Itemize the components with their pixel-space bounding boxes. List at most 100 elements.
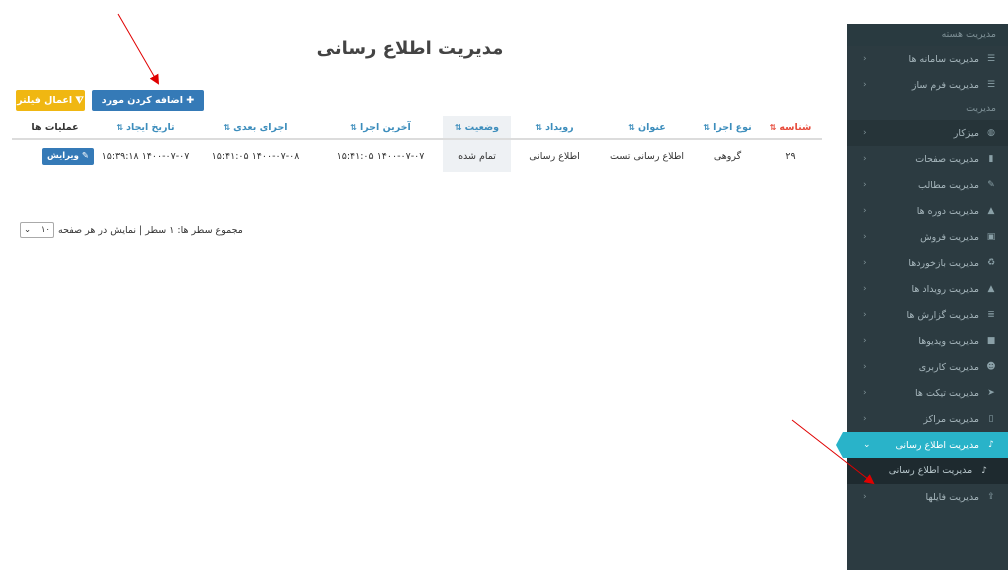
sort-icon: ⇅	[223, 122, 231, 132]
sidebar-item-label: مدیریت اطلاع رسانی	[895, 439, 979, 451]
sidebar-item-label: مدیریت گزارش ها	[906, 309, 979, 321]
table-row: ۲۹ گروهی اطلاع رسانی تست اطلاع رسانی تما…	[12, 140, 822, 172]
sidebar-item-label: مدیریت مطالب	[918, 179, 979, 191]
sidebar-item-label: میزکار	[953, 127, 979, 139]
column-header-title[interactable]: عنوان ⇅	[598, 116, 696, 138]
chevron-left-icon: ‹	[863, 206, 867, 216]
sort-icon: ⇅	[350, 122, 357, 132]
upload-icon: ⇪	[987, 492, 995, 502]
edit-icon: ✎	[987, 180, 995, 190]
building-icon: ▯	[988, 414, 994, 424]
sidebar-item-label: مدیریت ویدیوها	[918, 335, 979, 347]
sort-icon: ⇅	[628, 122, 635, 132]
sidebar-item-dashboard[interactable]: ◍ میزکار ‹	[847, 120, 1008, 146]
column-header-status[interactable]: وضعیت ⇅	[443, 116, 511, 138]
sidebar-item-reports[interactable]: ≣ مدیریت گزارش ها ‹	[847, 302, 1008, 328]
cell-last-run: ۱۴۰۰-۰۷-۰۷ ۱۵:۴۱:۰۵	[336, 150, 425, 162]
sidebar-item-users[interactable]: ☻ مدیریت کاربری ‹	[847, 354, 1008, 380]
file-icon: ▮	[988, 154, 994, 164]
sort-icon: ⇅	[703, 122, 711, 132]
graduation-cap-icon: ▲	[987, 206, 995, 216]
sidebar-item-label: مدیریت صفحات	[915, 153, 979, 165]
chevron-left-icon: ‹	[863, 128, 867, 138]
sidebar-section-core-header: مدیریت هسته	[847, 24, 1008, 46]
sidebar-item-courses[interactable]: ▲ مدیریت دوره ها ‹	[847, 198, 1008, 224]
chevron-left-icon: ‹	[863, 232, 867, 242]
cell-event: اطلاع رسانی	[529, 150, 580, 162]
sidebar-item-label: مدیریت فرم ساز	[911, 79, 979, 91]
sidebar-item-label: مدیریت فایلها	[925, 491, 979, 503]
list-icon: ☰	[986, 80, 996, 90]
sidebar-item-label: مدیریت فروش	[920, 231, 979, 243]
edit-button[interactable]: ✎ ویرایش	[42, 148, 94, 165]
sidebar-item-systems[interactable]: ☰ مدیریت سامانه ها ‹	[847, 46, 1008, 72]
sidebar-item-label: مدیریت کاربری	[918, 361, 979, 373]
column-header-id[interactable]: شناسه ⇅	[759, 116, 822, 138]
sidebar-item-label: مدیریت دوره ها	[916, 205, 979, 217]
cell-created: ۱۴۰۰-۰۷-۰۷ ۱۵:۳۹:۱۸	[101, 150, 190, 162]
database-icon: ≣	[987, 310, 995, 320]
chevron-left-icon: ‹	[863, 336, 867, 346]
sidebar-item-videos[interactable]: ■ مدیریت ویدیوها ‹	[847, 328, 1008, 354]
sidebar: مدیریت هسته ☰ مدیریت سامانه ها ‹ ☰ مدیری…	[836, 24, 1008, 570]
chevron-left-icon: ‹	[863, 258, 867, 268]
sidebar-section-management-header: مدیریت	[847, 98, 1008, 120]
column-header-last-run[interactable]: آخرین اجرا ⇅	[318, 116, 443, 138]
bell-icon: ♪	[981, 466, 987, 476]
sidebar-subitem-notifications[interactable]: ♪ مدیریت اطلاع رسانی	[847, 458, 1008, 484]
cell-next-run: ۱۴۰۰-۰۷-۰۸ ۱۵:۴۱:۰۵	[211, 150, 300, 162]
column-header-run-type[interactable]: نوع اجرا ⇅	[696, 116, 759, 138]
bell-icon: ♪	[988, 440, 994, 450]
chevron-down-icon: ⌄	[863, 440, 871, 450]
sidebar-item-centers[interactable]: ▯ مدیریت مراکز ‹	[847, 406, 1008, 432]
sort-icon: ⇅	[535, 122, 543, 132]
sidebar-item-label: مدیریت سامانه ها	[908, 53, 979, 65]
sidebar-item-events[interactable]: ▲ مدیریت رویداد ها ‹	[847, 276, 1008, 302]
sidebar-item-feedbacks[interactable]: ♻ مدیریت بازخوردها ‹	[847, 250, 1008, 276]
dashboard-icon: ◍	[987, 128, 995, 138]
sidebar-item-label: مدیریت مراکز	[923, 413, 979, 425]
list-icon: ☰	[986, 54, 996, 64]
sidebar-item-pages[interactable]: ▮ مدیریت صفحات ‹	[847, 146, 1008, 172]
sidebar-item-label: مدیریت رویداد ها	[911, 283, 979, 295]
column-header-next-run[interactable]: اجرای بعدی ⇅	[193, 116, 318, 138]
sidebar-item-notifications[interactable]: ♪ مدیریت اطلاع رسانی ⌄	[836, 432, 1008, 458]
sidebar-item-sales[interactable]: ▣ مدیریت فروش ‹	[847, 224, 1008, 250]
cell-status: تمام شده	[443, 140, 511, 172]
sort-icon: ⇅	[454, 122, 462, 132]
chevron-left-icon: ‹	[863, 54, 867, 64]
page-title: مدیریت اطلاع رسانی	[316, 38, 504, 59]
sidebar-item-form-builder[interactable]: ☰ مدیریت فرم ساز ‹	[847, 72, 1008, 98]
cell-id: ۲۹	[785, 150, 796, 162]
sidebar-subitem-label: مدیریت اطلاع رسانی	[888, 465, 973, 476]
row-count-summary: مجموع سطر ها: ۱ سطر | نمایش در هر صفحه	[58, 224, 243, 236]
apply-filter-button[interactable]: ⧩ اعمال فیلتر	[16, 90, 85, 111]
chevron-left-icon: ‹	[863, 284, 867, 294]
column-header-actions: عملیات ها	[31, 121, 79, 133]
chevron-left-icon: ‹	[863, 414, 867, 424]
sort-icon: ⇅	[769, 122, 777, 132]
chevron-left-icon: ‹	[863, 310, 867, 320]
sidebar-item-articles[interactable]: ✎ مدیریت مطالب ‹	[847, 172, 1008, 198]
recycle-icon: ♻	[986, 258, 996, 268]
sidebar-item-label: مدیریت تیکت ها	[915, 387, 979, 399]
money-icon: ▣	[986, 232, 996, 242]
cell-title: اطلاع رسانی تست	[609, 150, 685, 162]
column-header-event[interactable]: رویداد ⇅	[511, 116, 598, 138]
users-icon: ☻	[986, 362, 996, 372]
sidebar-item-tickets[interactable]: ➤ مدیریت تیکت ها ‹	[847, 380, 1008, 406]
sidebar-item-label: مدیریت بازخوردها	[908, 257, 979, 269]
video-icon: ■	[986, 336, 996, 346]
page-size-value: ۱۰	[40, 225, 50, 235]
chevron-left-icon: ‹	[863, 80, 867, 90]
sort-icon: ⇅	[116, 122, 124, 132]
sidebar-item-files[interactable]: ⇪ مدیریت فایلها ‹	[847, 484, 1008, 510]
chevron-down-icon: ⌄	[24, 225, 32, 235]
page-size-select[interactable]: ۱۰ ⌄	[20, 222, 54, 238]
cell-run-type: گروهی	[713, 150, 742, 162]
column-header-created[interactable]: تاریخ ایجاد ⇅	[98, 116, 193, 138]
paper-plane-icon: ➤	[987, 388, 995, 398]
add-new-item-button[interactable]: ✚ اضافه کردن مورد جدید	[92, 90, 204, 127]
chevron-left-icon: ‹	[863, 362, 867, 372]
table-header: شناسه ⇅ نوع اجرا ⇅ عنوان ⇅ رویداد ⇅ وضعیت ⇅ آ…	[12, 116, 822, 140]
